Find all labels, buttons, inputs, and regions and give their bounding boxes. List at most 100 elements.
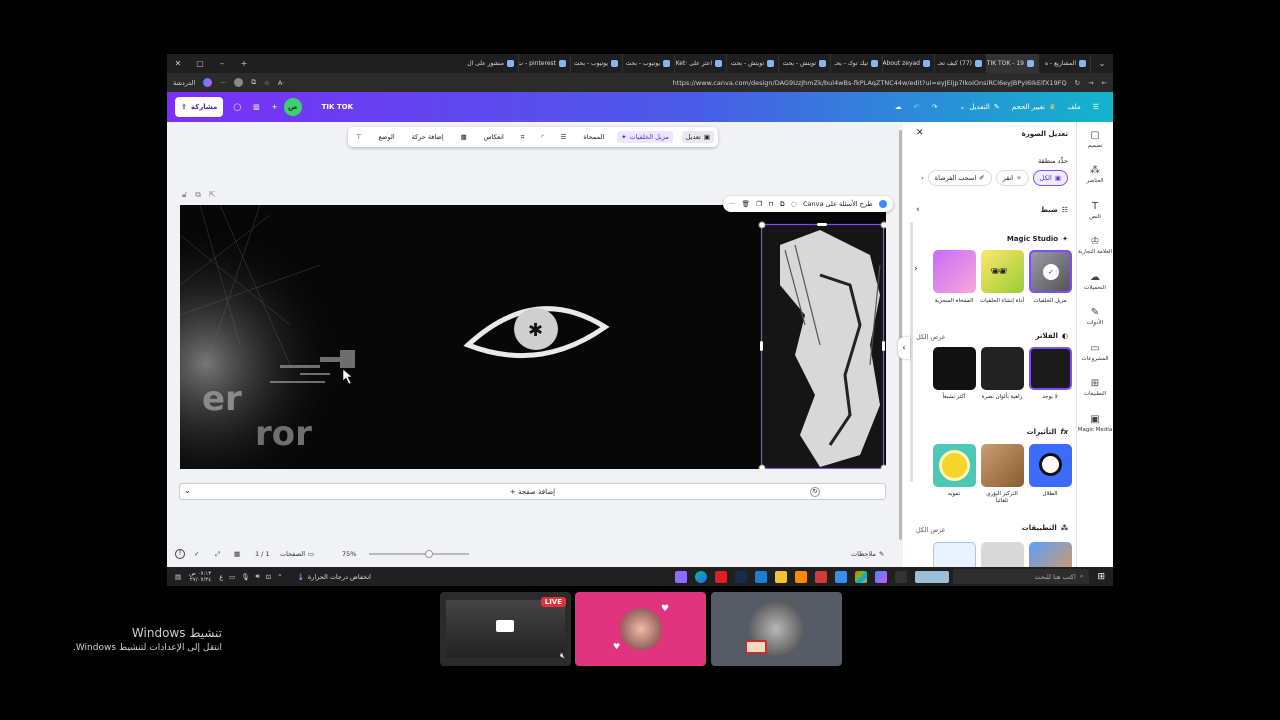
comment-add-icon[interactable]: ◌ bbox=[791, 200, 797, 208]
call-tile-screen-share[interactable]: LIVE 🔇︎ bbox=[440, 592, 571, 666]
zoom-slider-thumb[interactable] bbox=[425, 550, 433, 558]
url-field[interactable]: https://www.canva.com/design/DAG9UzJhmZk… bbox=[292, 79, 1067, 87]
hamburger-icon[interactable]: ☰ bbox=[1087, 97, 1105, 117]
browser-tab[interactable]: اعثر على ·Ket bbox=[675, 54, 727, 73]
side-nav-item[interactable]: ♔ العلامة التجارية bbox=[1077, 229, 1113, 265]
add-collaborator-button[interactable]: + bbox=[266, 97, 284, 117]
vscode-app-icon[interactable] bbox=[755, 570, 768, 583]
side-nav-item[interactable]: ⊞ التطبيقات bbox=[1077, 371, 1113, 407]
browser-tab[interactable]: يوتيوب - بحث bbox=[571, 54, 623, 73]
adjust-row[interactable]: ☷ ضبط bbox=[1041, 206, 1068, 214]
account-icon[interactable] bbox=[234, 78, 244, 87]
filters-see-all[interactable]: عرض الكل bbox=[916, 333, 946, 341]
side-nav-item[interactable]: ▭ المشروعات bbox=[1077, 335, 1113, 371]
lock-element-icon[interactable]: ⊓ bbox=[768, 200, 773, 208]
crop-icon[interactable]: ⌗ bbox=[517, 131, 529, 144]
apps-see-all[interactable]: عرض الكل bbox=[916, 526, 946, 534]
collapse-pages-icon[interactable]: ⌄ bbox=[184, 486, 191, 495]
share-page-icon[interactable]: ⇱ bbox=[209, 190, 216, 200]
border-style-icon[interactable]: ☰ bbox=[557, 131, 571, 143]
forward-icon[interactable]: → bbox=[1088, 79, 1093, 87]
close-icon[interactable]: ✕ bbox=[916, 128, 924, 138]
language-icon[interactable]: ع bbox=[219, 573, 223, 581]
ask-canva-button[interactable]: طرح الأسئلة على Canva bbox=[803, 200, 873, 208]
edit-menu[interactable]: ⌄ التعديل ✎ bbox=[953, 97, 1005, 117]
cloud-save-icon[interactable]: ☁ bbox=[889, 97, 908, 117]
capcut-app-icon[interactable] bbox=[815, 570, 828, 583]
resize-menu[interactable]: تغيير الحجم ♛ bbox=[1006, 97, 1062, 117]
collapse-panel-icon[interactable]: › bbox=[898, 337, 910, 359]
browser-tab[interactable]: منشور على ال bbox=[467, 54, 519, 73]
trash-icon[interactable]: 🗑︎ bbox=[742, 200, 750, 208]
bg-remover-button[interactable]: مزيل الخلفيات ✦ bbox=[617, 131, 673, 143]
share-button[interactable]: ⇪ مشاركة bbox=[175, 97, 224, 117]
resize-handle[interactable] bbox=[758, 221, 766, 229]
filter-item-vivid[interactable] bbox=[981, 347, 1024, 390]
refresh-icon[interactable]: ↻ bbox=[810, 487, 820, 497]
redo-icon[interactable]: ↷ bbox=[926, 97, 944, 117]
edit-image-button[interactable]: ▣ تعديل bbox=[681, 131, 714, 143]
duplicate-icon[interactable]: ⧉ bbox=[780, 200, 785, 209]
volume-icon[interactable]: 🔊︎ bbox=[256, 572, 260, 581]
carousel-prev-icon[interactable]: ‹ bbox=[914, 264, 918, 274]
extensions-icon[interactable]: ⧉ bbox=[251, 78, 256, 87]
grid-view-icon[interactable]: ▦ bbox=[234, 550, 240, 558]
resize-handle[interactable] bbox=[760, 341, 763, 351]
resize-handle[interactable] bbox=[880, 464, 886, 469]
mail-app-icon[interactable] bbox=[835, 570, 848, 583]
scrollbar[interactable] bbox=[899, 130, 902, 540]
transparency-icon[interactable]: ▦ bbox=[457, 131, 471, 143]
steam-app-icon[interactable] bbox=[735, 570, 748, 583]
resize-handle[interactable] bbox=[758, 464, 766, 469]
browser-tab[interactable]: تويتش - بحث bbox=[727, 54, 779, 73]
show-hidden-icon[interactable]: ⌃ bbox=[277, 573, 282, 581]
weather-label[interactable]: انخفاض درجات الحرارة bbox=[308, 573, 371, 581]
side-nav-item[interactable]: ▣ Magic Media bbox=[1077, 406, 1113, 442]
lock-icon[interactable]: 🔓︎ bbox=[182, 190, 187, 200]
filter-item-none[interactable] bbox=[1029, 347, 1072, 390]
magic-item-bg-generator[interactable]: 🕶︎ bbox=[981, 250, 1024, 293]
discord-app-icon[interactable] bbox=[675, 570, 688, 583]
more-options-icon[interactable]: ··· bbox=[729, 200, 735, 208]
check-icon[interactable]: ✓ bbox=[194, 550, 199, 558]
start-icon[interactable]: ⊞ bbox=[1097, 572, 1105, 582]
copy-icon[interactable]: ❐ bbox=[756, 200, 762, 208]
chevron-left-icon[interactable]: ‹ bbox=[921, 174, 924, 182]
notes-button[interactable]: ✎ ملاحظات bbox=[851, 550, 884, 558]
copilot-icon[interactable] bbox=[203, 78, 213, 87]
duplicate-page-icon[interactable]: ⧉ bbox=[195, 190, 201, 200]
network-icon[interactable]: ⊡ bbox=[266, 573, 271, 581]
comments-button[interactable]: ◯ bbox=[227, 97, 247, 117]
copilot-app-icon[interactable] bbox=[875, 570, 888, 583]
fullscreen-icon[interactable]: ⤢ bbox=[215, 550, 220, 559]
browser-tab[interactable]: يوتيوب - بحث bbox=[623, 54, 675, 73]
zoom-label[interactable]: 75% bbox=[342, 550, 356, 558]
add-motion-button[interactable]: إضافة حركة bbox=[408, 131, 448, 143]
profile-label[interactable]: الدردشة bbox=[173, 79, 195, 87]
mic-icon[interactable]: 🎙︎ bbox=[241, 573, 249, 581]
file-explorer-app-icon[interactable] bbox=[775, 570, 788, 583]
browser-tab[interactable]: About zeyad bbox=[883, 54, 935, 73]
corner-rounding-icon[interactable]: ◜ bbox=[537, 131, 548, 143]
effect-item-auto-focus[interactable] bbox=[981, 444, 1024, 487]
side-nav-item[interactable]: ✎ الأدوات bbox=[1077, 300, 1113, 336]
magic-item-bg-remover[interactable]: ✓ bbox=[1029, 250, 1072, 293]
effect-item-blur[interactable] bbox=[933, 444, 976, 487]
browser-tab[interactable]: (77) كيف تحـ bbox=[935, 54, 987, 73]
browser-tab[interactable]: TIK TOK - 19: bbox=[987, 54, 1039, 73]
help-icon[interactable]: ? bbox=[175, 549, 185, 559]
reload-icon[interactable]: ↻ bbox=[1075, 79, 1080, 87]
tab-search-icon[interactable]: ⌄ bbox=[1091, 54, 1113, 73]
zoom-slider[interactable] bbox=[369, 550, 469, 558]
new-tab-button[interactable]: + bbox=[233, 54, 255, 73]
youtube-app-icon[interactable] bbox=[715, 570, 728, 583]
more-icon[interactable]: ··· bbox=[220, 79, 226, 87]
monitor-icon[interactable]: ▭ bbox=[229, 573, 235, 581]
browser-tab[interactable]: تويتش - بحث bbox=[779, 54, 831, 73]
task-view-icon[interactable] bbox=[895, 570, 908, 583]
resize-handle[interactable] bbox=[882, 341, 885, 351]
browser-tab[interactable]: pinterest - ت bbox=[519, 54, 571, 73]
taskbar-search[interactable]: اكتب هنا للبحث ⌕ bbox=[953, 569, 1090, 584]
position-button[interactable]: الوضع bbox=[375, 131, 399, 143]
file-menu[interactable]: ملف bbox=[1061, 97, 1086, 117]
